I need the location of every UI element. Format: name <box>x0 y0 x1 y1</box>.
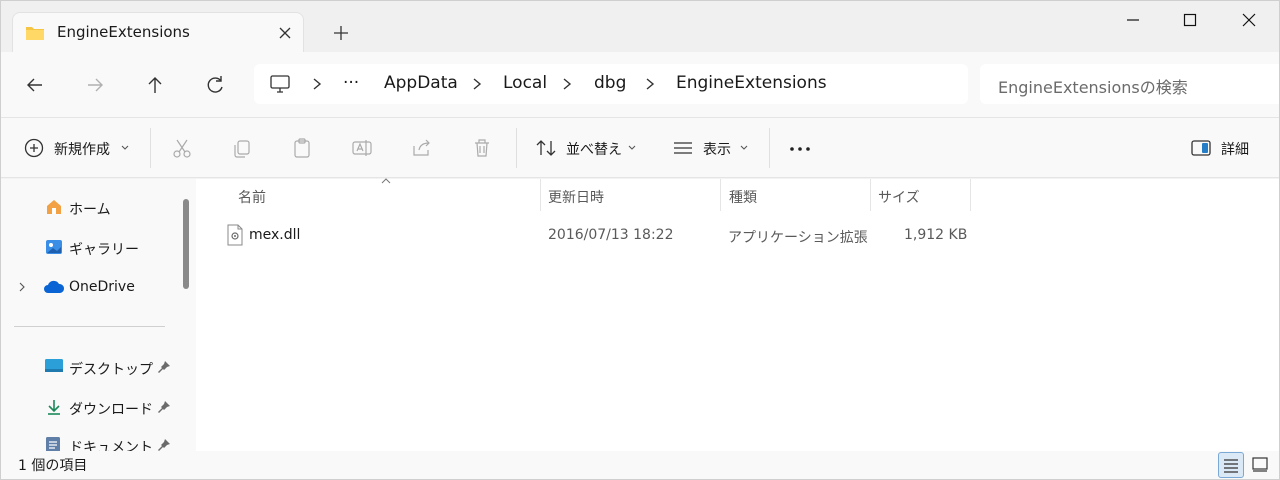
details-view-button[interactable] <box>1218 452 1244 478</box>
refresh-button[interactable] <box>200 70 230 100</box>
chevron-right-icon[interactable] <box>470 76 484 92</box>
column-header-modified[interactable]: 更新日時 <box>548 187 604 207</box>
column-header-size[interactable]: サイズ <box>878 187 920 207</box>
copy-icon[interactable] <box>230 136 254 160</box>
toolbar-divider <box>150 128 151 168</box>
desktop-icon <box>44 357 64 375</box>
onedrive-icon <box>43 279 65 295</box>
paste-icon[interactable] <box>290 136 314 160</box>
chevron-down-icon[interactable] <box>120 144 130 152</box>
sidebar-clip: ドキュメント <box>0 430 190 451</box>
column-divider[interactable] <box>970 179 971 211</box>
cut-icon[interactable] <box>170 136 194 160</box>
tab-title: EngineExtensions <box>57 23 190 41</box>
back-button[interactable] <box>20 70 50 100</box>
breadcrumb-overflow[interactable]: ··· <box>343 73 359 93</box>
large-icons-view-button[interactable] <box>1248 452 1274 478</box>
sort-button[interactable]: 並べ替え <box>566 139 622 159</box>
close-button[interactable] <box>1226 8 1272 32</box>
home-icon <box>44 197 64 217</box>
sidebar-item-home[interactable]: ホーム <box>69 199 111 219</box>
breadcrumb-appdata[interactable]: AppData <box>384 73 458 93</box>
column-divider[interactable] <box>870 179 871 211</box>
sidebar-item-onedrive[interactable]: OneDrive <box>69 279 135 295</box>
sort-ascending-icon <box>380 177 392 185</box>
rename-icon[interactable] <box>350 136 374 160</box>
documents-icon <box>44 436 62 451</box>
file-size: 1,912 KB <box>904 227 968 243</box>
pin-icon[interactable] <box>156 437 172 451</box>
file-name[interactable]: mex.dll <box>249 227 300 243</box>
details-button[interactable]: 詳細 <box>1221 139 1249 159</box>
up-button[interactable] <box>140 70 170 100</box>
maximize-button[interactable] <box>1166 8 1212 32</box>
file-type: アプリケーション拡張 <box>728 230 868 246</box>
chevron-right-icon <box>310 76 324 92</box>
chevron-down-icon[interactable] <box>739 144 749 152</box>
sidebar-divider <box>14 326 165 327</box>
chevron-down-icon[interactable] <box>627 144 637 152</box>
view-button[interactable]: 表示 <box>703 139 731 159</box>
column-header-type[interactable]: 種類 <box>729 187 757 207</box>
pin-icon[interactable] <box>156 359 172 375</box>
file-modified: 2016/07/13 18:22 <box>548 227 674 243</box>
toolbar-divider <box>516 128 517 168</box>
breadcrumb-dbg[interactable]: dbg <box>594 73 626 93</box>
forward-button[interactable] <box>80 70 110 100</box>
column-divider[interactable] <box>540 179 541 211</box>
this-pc-icon <box>268 72 292 96</box>
sidebar-item-gallery[interactable]: ギャラリー <box>69 239 139 259</box>
download-icon <box>44 397 64 417</box>
tab-engineextensions[interactable]: EngineExtensions <box>12 12 304 52</box>
minimize-button[interactable] <box>1110 8 1156 32</box>
pin-icon[interactable] <box>156 399 172 415</box>
breadcrumb-local[interactable]: Local <box>503 73 547 93</box>
sidebar-item-downloads[interactable]: ダウンロード <box>69 399 153 419</box>
sort-icon[interactable] <box>534 136 558 160</box>
item-count: 1 個の項目 <box>18 458 88 474</box>
delete-icon[interactable] <box>470 136 494 160</box>
new-tab-button[interactable] <box>330 22 352 44</box>
dll-file-icon <box>226 224 244 246</box>
chevron-right-icon[interactable] <box>17 281 27 293</box>
chevron-right-icon[interactable] <box>560 76 574 92</box>
more-options-button[interactable] <box>788 137 812 161</box>
breadcrumb-engineextensions[interactable]: EngineExtensions <box>676 73 827 93</box>
sidebar-scrollbar[interactable] <box>183 199 189 289</box>
close-tab-icon[interactable] <box>275 23 295 43</box>
sidebar-item-desktop[interactable]: デスクトップ <box>69 359 153 379</box>
share-icon[interactable] <box>410 136 434 160</box>
folder-icon <box>25 24 45 42</box>
new-icon[interactable] <box>22 136 46 160</box>
status-bar <box>0 451 1280 480</box>
column-header-name[interactable]: 名前 <box>238 187 266 207</box>
toolbar-divider <box>769 128 770 168</box>
gallery-icon <box>44 237 64 257</box>
search-placeholder: EngineExtensionsの検索 <box>998 78 1188 97</box>
sidebar-item-documents[interactable]: ドキュメント <box>69 437 153 451</box>
details-pane-icon[interactable] <box>1189 136 1213 160</box>
chevron-right-icon[interactable] <box>643 76 657 92</box>
column-divider[interactable] <box>720 179 721 211</box>
view-icon[interactable] <box>671 136 695 160</box>
new-button[interactable]: 新規作成 <box>54 139 110 159</box>
